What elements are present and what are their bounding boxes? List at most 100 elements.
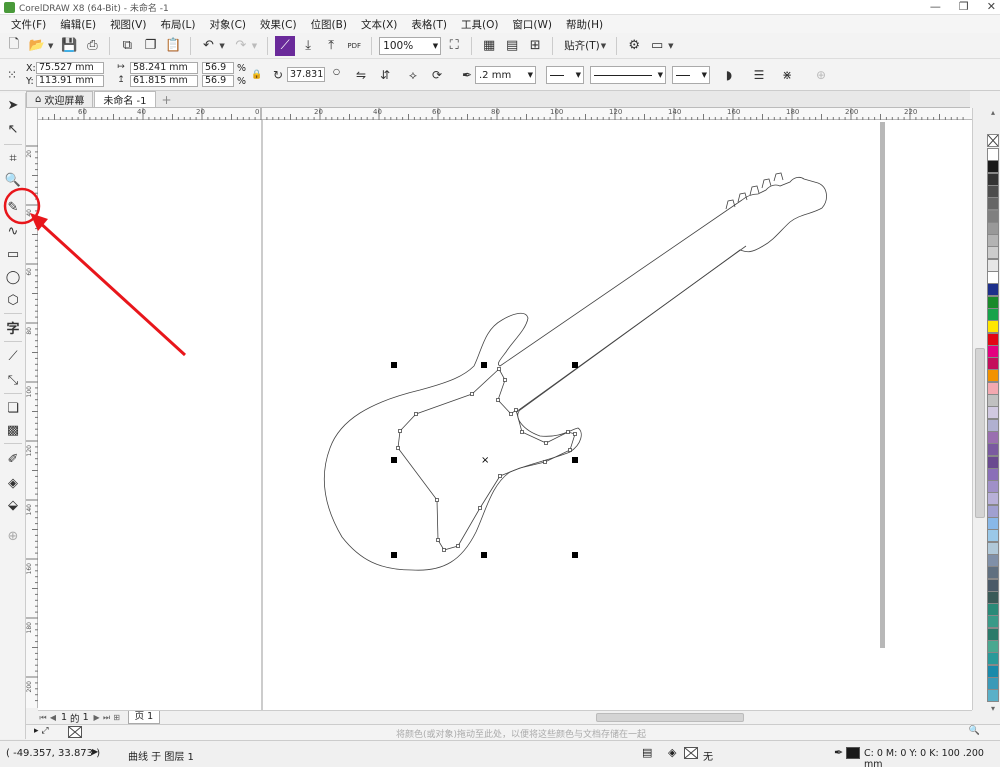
palette-swatch[interactable] (987, 480, 999, 494)
drop-shadow-icon[interactable]: ❏ (3, 398, 23, 418)
menu-layout[interactable]: 布局(L) (153, 17, 202, 32)
node-edit-icon[interactable]: ⟡ (404, 65, 422, 85)
handle-top-left[interactable] (391, 362, 397, 368)
snap-dropdown-icon[interactable]: ▼ (601, 42, 606, 50)
palette-swatch[interactable] (987, 332, 999, 346)
pen-tool-icon[interactable]: ✎ (3, 197, 23, 217)
curve-node[interactable] (414, 412, 418, 416)
line-style-select[interactable]: ▼ (590, 66, 666, 84)
menu-table[interactable]: 表格(T) (404, 17, 454, 32)
curve-node[interactable] (566, 430, 570, 434)
menu-text[interactable]: 文本(X) (354, 17, 404, 32)
connector-tool-icon[interactable]: ⤡ (3, 370, 23, 390)
wrap-text-icon[interactable]: ☰ (750, 65, 768, 85)
center-x-marker[interactable]: × (481, 455, 489, 466)
close-button[interactable]: ✕ (987, 0, 996, 13)
search-content-icon[interactable]: ⟋ (275, 35, 296, 56)
palette-swatch[interactable] (987, 640, 999, 653)
palette-swatch[interactable] (987, 443, 999, 457)
y-position-field[interactable]: 113.91 mm (36, 75, 104, 87)
menu-edit[interactable]: 编辑(E) (53, 17, 103, 32)
palette-swatch[interactable] (987, 553, 999, 567)
menu-file[interactable]: 文件(F) (4, 17, 53, 32)
mirror-horizontal-icon[interactable]: ⇋ (352, 65, 370, 85)
handle-bottom-right[interactable] (572, 552, 578, 558)
palette-swatch[interactable] (987, 603, 999, 617)
palette-swatch[interactable] (987, 504, 999, 518)
interactive-fill-icon[interactable]: ◈ (3, 473, 23, 493)
guitar-outline-curve[interactable] (323, 176, 827, 571)
new-document-icon[interactable]: 🗋 (4, 36, 24, 56)
zoom-page-icon[interactable]: 🔍 (969, 726, 980, 736)
curve-node[interactable] (478, 506, 482, 510)
cut-icon[interactable]: ⧉ (117, 36, 137, 56)
options-gear-icon[interactable]: ⚙ (624, 36, 644, 56)
horizontal-ruler[interactable]: 604020020406080100120140160180200220 毫米 (38, 108, 988, 120)
trim-icon[interactable]: ⋇ (778, 65, 796, 85)
no-color-swatch[interactable] (987, 134, 999, 147)
artistic-media-icon[interactable]: ∿ (3, 221, 23, 241)
menu-object[interactable]: 对象(C) (203, 17, 254, 32)
x-position-field[interactable]: 75.527 mm (36, 62, 104, 74)
publish-pdf-icon[interactable]: PDF (344, 36, 364, 56)
handle-middle-left[interactable] (391, 457, 397, 463)
rotation-angle-field[interactable]: 37.831 (287, 67, 325, 82)
curve-node[interactable] (509, 412, 513, 416)
document-no-color-swatch[interactable] (68, 726, 82, 738)
curve-node[interactable] (435, 498, 439, 502)
curve-node[interactable] (496, 398, 500, 402)
end-arrowhead-select[interactable]: ▼ (672, 66, 710, 84)
maximize-button[interactable]: ❐ (959, 0, 969, 13)
undo-icon[interactable]: ↶ (198, 36, 218, 56)
handle-top-right[interactable] (572, 362, 578, 368)
palette-swatch[interactable] (987, 295, 999, 309)
status-expand-icon[interactable]: ▶ (92, 747, 98, 756)
curve-node[interactable] (398, 429, 402, 433)
palette-swatch[interactable] (987, 430, 999, 444)
palette-swatch[interactable] (987, 307, 999, 321)
mirror-vertical-icon[interactable]: ⇵ (376, 65, 394, 85)
palette-menu-icon[interactable]: ▸ ⤢ (34, 726, 49, 736)
crop-tool-icon[interactable]: ⌗ (3, 148, 23, 168)
palette-swatch[interactable] (987, 529, 999, 543)
previous-page-icon[interactable]: ◀ (48, 713, 58, 722)
curve-node[interactable] (497, 367, 501, 371)
palette-swatch[interactable] (987, 172, 999, 186)
curve-node[interactable] (396, 446, 400, 450)
close-curve-icon[interactable]: ◗ (720, 65, 738, 85)
add-page-icon[interactable]: ⊞ (112, 713, 122, 722)
palette-swatch[interactable] (987, 381, 999, 395)
text-tool-icon[interactable]: 字 (3, 317, 23, 337)
curve-node[interactable] (498, 474, 502, 478)
curve-node[interactable] (520, 430, 524, 434)
handle-bottom-left[interactable] (391, 552, 397, 558)
show-rulers-icon[interactable]: ▦ (479, 36, 499, 56)
paste-icon[interactable]: 📋 (163, 36, 183, 56)
curve-node[interactable] (514, 408, 518, 412)
lock-ratio-icon[interactable]: 🔒 (248, 65, 266, 85)
start-arrowhead-select[interactable]: ▼ (546, 66, 584, 84)
open-folder-icon[interactable]: 📂 (27, 36, 47, 56)
copy-icon[interactable]: ❐ (140, 36, 160, 56)
menu-help[interactable]: 帮助(H) (559, 17, 610, 32)
palette-swatch[interactable] (987, 357, 999, 371)
scale-height-field[interactable]: 56.9 (202, 75, 234, 87)
handle-bottom-center[interactable] (481, 552, 487, 558)
zoom-tool-icon[interactable]: 🔍 (3, 170, 23, 190)
palette-swatch[interactable] (987, 234, 999, 248)
add-property-icon[interactable]: ⊕ (812, 65, 830, 85)
import-icon[interactable]: ⤓ (298, 36, 318, 56)
palette-swatch[interactable] (987, 615, 999, 629)
pick-tool-icon[interactable]: ➤ (3, 95, 23, 115)
color-proof-icon[interactable]: ▤ (642, 746, 652, 759)
curve-node[interactable] (543, 460, 547, 464)
open-dropdown-icon[interactable]: ▼ (48, 42, 53, 50)
palette-swatch[interactable] (987, 197, 999, 211)
palette-swatch[interactable] (987, 258, 999, 272)
handle-middle-right[interactable] (572, 457, 578, 463)
scale-width-field[interactable]: 56.9 (202, 62, 234, 74)
palette-swatch[interactable] (987, 455, 999, 469)
curve-node[interactable] (442, 548, 446, 552)
tab-untitled-1[interactable]: 未命名 -1 (94, 91, 156, 107)
save-icon[interactable]: 💾 (59, 36, 79, 56)
